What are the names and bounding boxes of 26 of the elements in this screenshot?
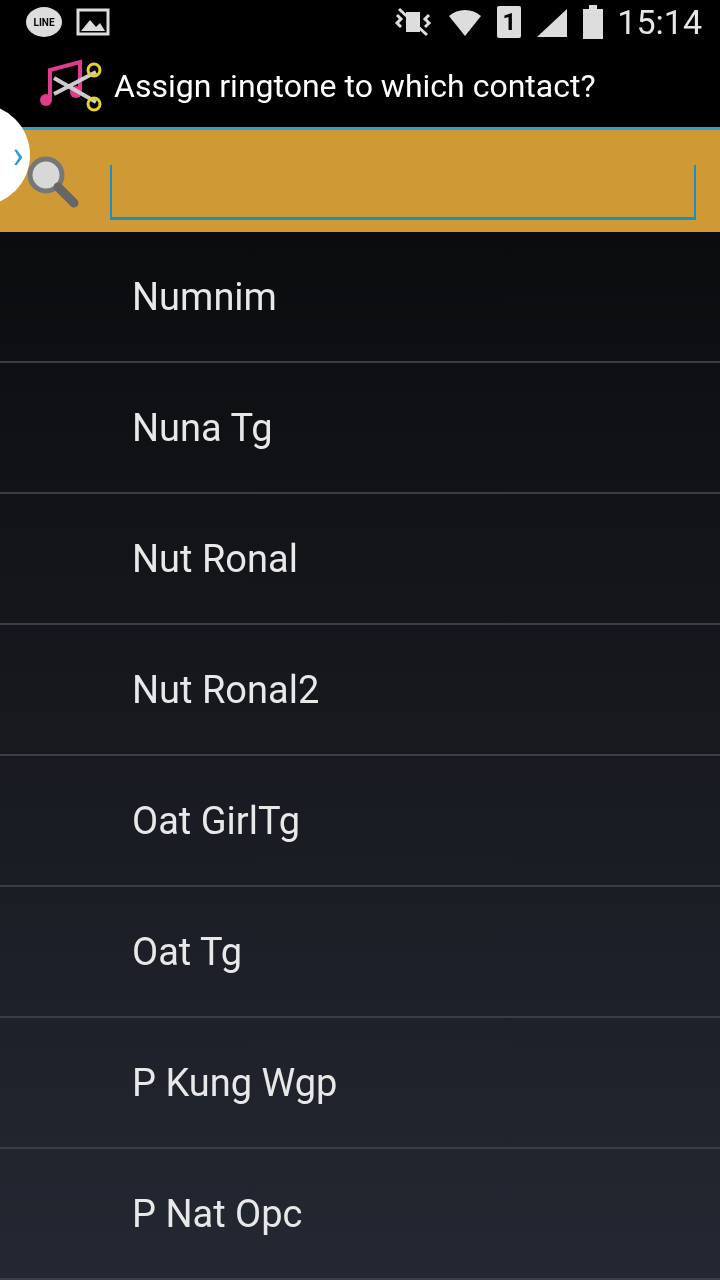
music-scissors-icon xyxy=(40,57,102,114)
sim-icon: 1 xyxy=(497,6,522,39)
contact-name: Oat GirlTg xyxy=(132,798,301,843)
contact-name: Oat Tg xyxy=(132,929,243,974)
contact-row[interactable]: Nut Ronal xyxy=(0,494,720,625)
vibrate-mute-icon xyxy=(393,7,434,38)
contact-row[interactable]: P Kung Wgp xyxy=(0,1018,720,1149)
contact-name: Nuna Tg xyxy=(132,405,273,450)
contact-name: P Nat Opc xyxy=(132,1191,303,1236)
contact-name: Nut Ronal xyxy=(132,536,298,581)
contact-row[interactable]: Nuna Tg xyxy=(0,363,720,494)
clock: 15:14 xyxy=(617,2,702,43)
contact-row[interactable]: Oat GirlTg xyxy=(0,756,720,887)
screen-title: Assign ringtone to which contact? xyxy=(114,66,596,105)
contact-row[interactable]: Oat Tg xyxy=(0,887,720,1018)
search-field[interactable] xyxy=(110,165,696,221)
contact-name: Numnim xyxy=(132,274,277,319)
contact-name: Nut Ronal2 xyxy=(132,667,320,712)
contact-row[interactable]: P Nat Opc xyxy=(0,1149,720,1280)
contact-row[interactable]: Numnim xyxy=(0,232,720,363)
battery-icon xyxy=(583,5,604,40)
signal-icon xyxy=(535,7,570,38)
contact-row[interactable]: Nut Ronal2 xyxy=(0,625,720,756)
contact-name: P Kung Wgp xyxy=(132,1060,338,1105)
image-icon xyxy=(76,8,110,37)
line-app-icon: LINE xyxy=(26,7,62,38)
